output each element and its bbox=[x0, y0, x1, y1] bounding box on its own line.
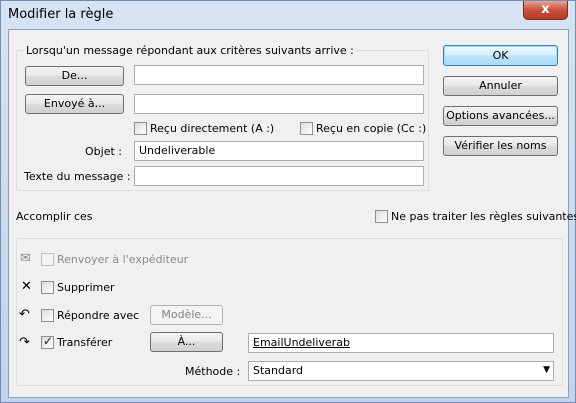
title-bar: Modifier la règle x bbox=[1, 1, 575, 28]
subject-label: Objet : bbox=[85, 145, 122, 158]
close-button[interactable]: x bbox=[523, 1, 568, 20]
actions-heading: Accomplir ces bbox=[16, 210, 93, 223]
method-label: Méthode : bbox=[185, 365, 241, 378]
reply-checkbox[interactable] bbox=[41, 309, 54, 322]
subject-field[interactable]: Undeliverable bbox=[134, 141, 424, 161]
received-directly-label: Reçu directement (A :) bbox=[150, 122, 275, 135]
sent-to-button[interactable]: Envoyé à... bbox=[25, 94, 124, 114]
received-cc-label: Reçu en copie (Cc :) bbox=[316, 122, 427, 135]
forward-to-button[interactable]: À... bbox=[150, 332, 223, 352]
check-names-button[interactable]: Vérifier les noms bbox=[443, 136, 558, 156]
advanced-options-button[interactable]: Options avancées... bbox=[443, 106, 558, 126]
sent-to-field[interactable] bbox=[134, 94, 424, 114]
recipient-value: EmailUndeliverab bbox=[253, 336, 350, 349]
received-directly-checkbox[interactable] bbox=[134, 122, 147, 135]
forward-icon: ↷ bbox=[19, 335, 30, 350]
cancel-button[interactable]: Annuler bbox=[443, 76, 558, 96]
method-value: Standard bbox=[253, 364, 304, 377]
forward-recipient-field[interactable]: EmailUndeliverab bbox=[248, 333, 554, 353]
body-field[interactable] bbox=[134, 166, 424, 186]
rule-dialog: Modifier la règle x Lorsqu'un message ré… bbox=[0, 0, 576, 403]
delete-checkbox[interactable] bbox=[41, 281, 54, 294]
reply-icon: ↶ bbox=[19, 307, 30, 322]
from-button[interactable]: De... bbox=[25, 66, 124, 86]
redirect-checkbox[interactable] bbox=[41, 253, 54, 266]
redirect-label: Renvoyer à l'expéditeur bbox=[57, 253, 189, 266]
forward-label: Transférer bbox=[57, 336, 113, 349]
stop-rules-checkbox[interactable] bbox=[375, 210, 388, 223]
template-button[interactable]: Modèle... bbox=[150, 305, 223, 325]
delete-label: Supprimer bbox=[57, 281, 115, 294]
close-icon: x bbox=[541, 2, 550, 17]
delete-icon: ✕ bbox=[21, 279, 32, 294]
body-label: Texte du message : bbox=[24, 170, 131, 183]
criteria-heading: Lorsqu'un message répondant aux critères… bbox=[24, 44, 356, 57]
dialog-title: Modifier la règle bbox=[8, 7, 114, 22]
ok-button[interactable]: OK bbox=[443, 45, 558, 66]
method-select[interactable]: Standard ▼ bbox=[248, 361, 554, 381]
reply-label: Répondre avec bbox=[57, 309, 140, 322]
received-cc-checkbox[interactable] bbox=[300, 122, 313, 135]
from-field[interactable] bbox=[134, 65, 424, 85]
redirect-icon: ✉ bbox=[20, 251, 31, 266]
forward-checkbox[interactable] bbox=[41, 334, 54, 349]
stop-rules-label: Ne pas traiter les règles suivantes bbox=[391, 210, 576, 223]
chevron-down-icon: ▼ bbox=[543, 365, 550, 375]
